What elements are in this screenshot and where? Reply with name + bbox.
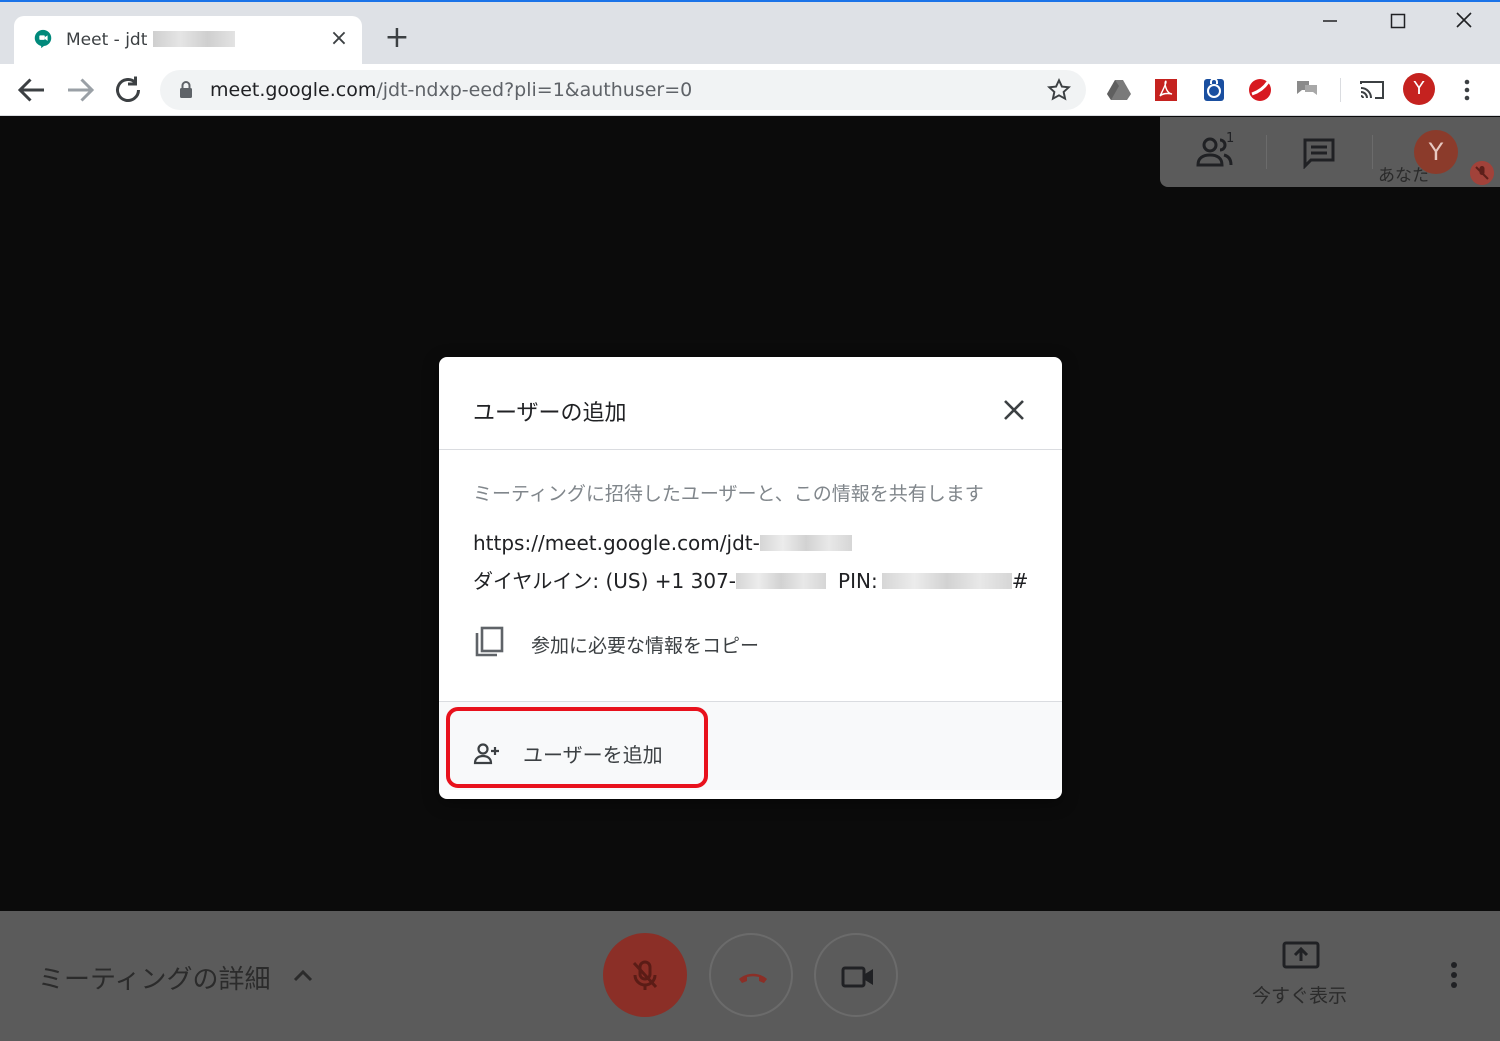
dialog-divider [439, 449, 1062, 450]
meeting-details-button[interactable]: ミーティングの詳細 [38, 959, 270, 996]
camera-toggle-button[interactable] [814, 933, 898, 1017]
microphone-toggle-button[interactable] [603, 933, 687, 1017]
add-people-dialog: ユーザーの追加 ミーティングに招待したユーザーと、この情報を共有します http… [439, 357, 1062, 799]
hang-up-icon [739, 973, 767, 983]
chrome-menu-icon[interactable] [1454, 76, 1480, 104]
redacted-text [881, 573, 1012, 589]
maximize-icon [1390, 13, 1406, 29]
address-bar[interactable]: meet.google.com/jdt-ndxp-eed?pli=1&authu… [160, 70, 1086, 110]
panel-divider [1266, 135, 1267, 169]
self-muted-icon [1470, 161, 1494, 185]
lock-icon[interactable] [178, 80, 194, 100]
microphone-off-icon [632, 960, 658, 990]
panel-divider [1372, 135, 1373, 169]
chat-icon[interactable] [1302, 137, 1336, 169]
add-people-label: ユーザーを追加 [523, 743, 663, 767]
cast-icon[interactable] [1358, 76, 1386, 104]
meeting-link: https://meet.google.com/jdt- [473, 531, 852, 555]
close-window-button[interactable] [1434, 8, 1494, 42]
close-window-icon [1456, 12, 1472, 28]
new-tab-button[interactable]: + [382, 23, 412, 54]
add-person-icon [473, 743, 499, 765]
close-icon[interactable] [999, 395, 1029, 425]
copy-icon [475, 626, 504, 657]
present-screen-icon[interactable] [1282, 941, 1320, 973]
more-options-icon[interactable] [1442, 959, 1466, 991]
redacted-text [153, 31, 236, 47]
google-drive-icon[interactable] [1105, 76, 1133, 104]
add-people-button[interactable]: ユーザーを追加 [473, 735, 693, 775]
meeting-bottom-bar: ミーティングの詳細 今すぐ表示 [0, 911, 1500, 1041]
dialog-title: ユーザーの追加 [473, 401, 627, 426]
bookmark-star-icon[interactable] [1046, 77, 1072, 103]
reload-icon[interactable] [110, 72, 146, 108]
meeting-top-panel: 1 Y あなた [1160, 117, 1500, 187]
browser-tabstrip: Meet - jdt × + [0, 0, 1500, 66]
participants-count: 1 [1226, 131, 1235, 146]
dial-in-info: ダイヤルイン: (US) +1 307- PIN: # [473, 569, 1029, 593]
back-arrow-icon[interactable] [14, 72, 50, 108]
profile-avatar[interactable]: Y [1403, 73, 1435, 105]
meet-favicon-icon [34, 29, 52, 49]
self-label: あなた [1378, 166, 1429, 186]
leave-call-button[interactable] [709, 933, 793, 1017]
trend-micro-icon[interactable] [1246, 76, 1274, 104]
dialog-description: ミーティングに招待したユーザーと、この情報を共有します [473, 483, 984, 505]
security-extension-icon[interactable] [1200, 76, 1228, 104]
url-text: meet.google.com/jdt-ndxp-eed?pli=1&authu… [210, 79, 693, 101]
redacted-text [759, 535, 852, 551]
browser-toolbar: meet.google.com/jdt-ndxp-eed?pli=1&authu… [0, 64, 1500, 116]
toolbar-divider [1340, 78, 1341, 102]
browser-tab-meet[interactable]: Meet - jdt × [14, 16, 362, 66]
copy-joining-info-button[interactable]: 参加に必要な情報をコピー [473, 619, 813, 665]
present-now-button[interactable]: 今すぐ表示 [1252, 981, 1347, 1008]
minimize-button[interactable] [1300, 8, 1360, 42]
forward-arrow-icon[interactable] [62, 72, 98, 108]
redacted-text [736, 573, 827, 589]
tab-title: Meet - jdt [66, 30, 236, 50]
chat-extension-icon[interactable] [1293, 76, 1321, 104]
minimize-icon [1323, 20, 1337, 22]
tab-close-icon[interactable]: × [328, 28, 350, 50]
video-camera-icon [841, 966, 873, 988]
maximize-button[interactable] [1368, 8, 1428, 42]
pdf-extension-icon[interactable] [1152, 76, 1180, 104]
copy-joining-info-label: 参加に必要な情報をコピー [531, 635, 760, 657]
chevron-up-icon[interactable] [290, 963, 316, 989]
